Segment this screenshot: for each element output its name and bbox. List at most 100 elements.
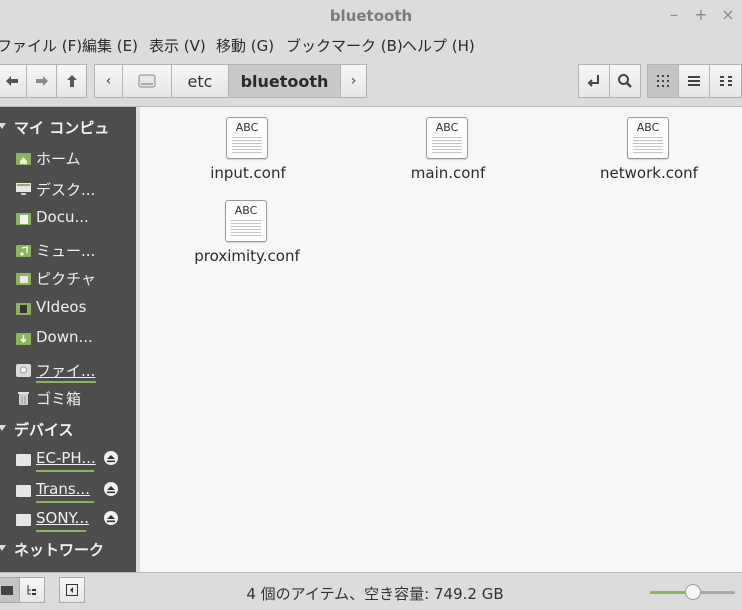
sidebar-device-ec-ph[interactable]: EC-PH...: [16, 448, 134, 472]
file-network-conf[interactable]: ABC network.conf: [579, 107, 719, 187]
root-crumb-button[interactable]: [122, 64, 172, 98]
up-button[interactable]: [56, 64, 87, 98]
text-file-icon: ABC: [627, 117, 669, 159]
file-name: main.conf: [410, 164, 486, 182]
disk-usage-bar: [36, 470, 94, 472]
status-text: 4 個のアイテム、空き容量: 749.2 GB: [246, 585, 504, 603]
zoom-slider-handle[interactable]: [685, 584, 701, 600]
sidebar-item-home[interactable]: ホーム: [16, 147, 134, 171]
home-folder-icon: [16, 153, 31, 165]
folder-icon: [1, 586, 13, 595]
file-main-conf[interactable]: ABC main.conf: [378, 107, 518, 187]
file-input-conf[interactable]: ABC input.conf: [178, 107, 318, 187]
close-button[interactable]: ×: [719, 6, 737, 24]
sidebar: マイ コンピュ ホーム デスク... Docu... ミュー... ピクチャ V…: [0, 107, 136, 572]
file-proximity-conf[interactable]: ABC proximity.conf: [177, 190, 317, 270]
back-button[interactable]: [0, 64, 27, 98]
disk-usage-bar: [36, 530, 86, 532]
title-bar[interactable]: bluetooth – + ×: [0, 0, 742, 32]
arrow-up-icon: [66, 75, 77, 87]
sidebar-item-label: ホーム: [36, 150, 81, 168]
list-view-icon: [688, 76, 700, 86]
drive-icon: [16, 485, 31, 497]
breadcrumb-etc[interactable]: etc: [171, 64, 229, 98]
show-places-button[interactable]: [0, 577, 20, 603]
text-file-icon: ABC: [225, 200, 267, 242]
sidebar-item-trash[interactable]: ゴミ箱: [16, 387, 134, 411]
list-view-button[interactable]: [678, 64, 710, 98]
eject-icon[interactable]: [104, 482, 118, 496]
desktop-icon: [16, 183, 31, 195]
toggle-sidebar-button[interactable]: [59, 577, 85, 603]
search-button[interactable]: [609, 64, 641, 98]
status-bar: 4 個のアイテム、空き容量: 749.2 GB: [0, 572, 742, 610]
toolbar: ‹ etc bluetooth ›: [0, 58, 742, 107]
menu-help[interactable]: ヘルプ (H): [402, 35, 475, 56]
file-icon-text: ABC: [435, 121, 459, 134]
music-folder-icon: [16, 245, 31, 257]
compact-view-icon: [719, 76, 732, 86]
sidebar-section-title: マイ コンピュ: [14, 119, 110, 137]
menu-go[interactable]: 移動 (G): [216, 35, 274, 56]
sidebar-section-title: デバイス: [14, 421, 74, 439]
drive-icon: [138, 74, 156, 88]
sidebar-item-label: EC-PH...: [36, 449, 96, 467]
minimize-button[interactable]: –: [665, 6, 683, 24]
zoom-slider[interactable]: [650, 584, 735, 600]
sidebar-item-label: SONY...: [36, 509, 89, 527]
sidebar-item-music[interactable]: ミュー...: [16, 239, 134, 263]
sidebar-toggle-icon: [66, 584, 78, 596]
sidebar-item-label: Down...: [36, 328, 93, 346]
sidebar-item-videos[interactable]: VIdeos: [16, 297, 134, 321]
sidebar-section-title: ネットワーク: [14, 541, 105, 559]
file-icon-text: ABC: [636, 121, 660, 134]
sidebar-item-pictures[interactable]: ピクチャ: [16, 267, 134, 291]
menu-edit[interactable]: 編集 (E): [82, 35, 138, 56]
location-entry-icon: [587, 75, 599, 87]
disk-usage-bar: [36, 501, 94, 503]
eject-icon[interactable]: [104, 511, 118, 525]
file-manager-window: bluetooth – + × ファイル (F) 編集 (E) 表示 (V) 移…: [0, 0, 742, 610]
text-file-icon: ABC: [226, 117, 268, 159]
show-tree-button[interactable]: [19, 577, 45, 603]
sidebar-item-documents[interactable]: Docu...: [16, 207, 134, 231]
icon-view-button[interactable]: [647, 64, 679, 98]
sidebar-item-label: Trans...: [36, 480, 90, 498]
sidebar-item-downloads[interactable]: Down...: [16, 327, 134, 351]
maximize-button[interactable]: +: [692, 6, 710, 24]
menu-bookmarks[interactable]: ブックマーク (B): [286, 35, 403, 56]
arrow-right-icon: [35, 76, 48, 86]
pictures-folder-icon: [16, 273, 31, 285]
path-next-button[interactable]: ›: [340, 64, 367, 98]
drive-icon: [16, 454, 31, 466]
grid-view-icon: [657, 75, 669, 87]
videos-folder-icon: [16, 303, 31, 315]
sidebar-item-label: Docu...: [36, 208, 89, 226]
breadcrumb-bluetooth[interactable]: bluetooth: [228, 64, 341, 98]
sidebar-device-trans[interactable]: Trans...: [16, 479, 134, 503]
location-toggle-button[interactable]: [578, 64, 610, 98]
sidebar-item-filesystem[interactable]: ファイ...: [16, 359, 134, 383]
sidebar-item-label: デスク...: [36, 181, 96, 199]
file-view[interactable]: ABC input.conf ABC main.conf ABC network…: [140, 107, 742, 572]
file-name: proximity.conf: [194, 247, 300, 265]
menu-view[interactable]: 表示 (V): [149, 35, 206, 56]
downloads-folder-icon: [16, 333, 31, 345]
file-icon-text: ABC: [235, 121, 259, 134]
sidebar-item-label: ピクチャ: [36, 270, 96, 288]
forward-button[interactable]: [26, 64, 57, 98]
drive-icon: [16, 514, 31, 526]
filesystem-drive-icon: [16, 364, 31, 377]
sidebar-item-desktop[interactable]: デスク...: [16, 178, 134, 202]
sidebar-device-sony[interactable]: SONY...: [16, 508, 134, 532]
eject-icon[interactable]: [104, 451, 118, 465]
file-name: input.conf: [210, 164, 286, 182]
text-file-icon: ABC: [426, 117, 468, 159]
collapse-triangle-icon: [0, 425, 6, 431]
path-prev-button[interactable]: ‹: [94, 64, 123, 98]
sidebar-item-label: ミュー...: [36, 242, 96, 260]
menu-file[interactable]: ファイル (F): [0, 35, 82, 56]
compact-view-button[interactable]: [709, 64, 742, 98]
sidebar-item-label: VIdeos: [36, 298, 87, 316]
collapse-triangle-icon: [0, 123, 6, 129]
